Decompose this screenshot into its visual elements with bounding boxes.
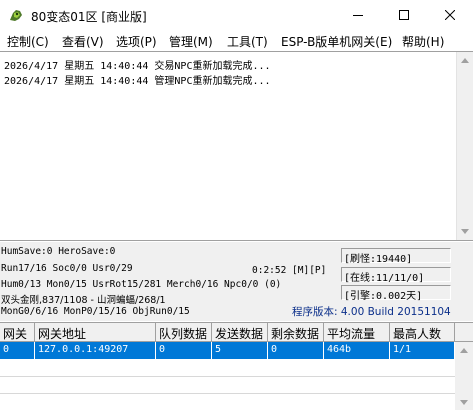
col-queue-data[interactable]: 队列数据 (156, 323, 212, 342)
cell-avg-traffic: 464b (324, 342, 390, 359)
scroll-down-icon[interactable] (456, 394, 472, 410)
menu-manage[interactable]: 管理(M) (169, 33, 213, 50)
scroll-up-icon[interactable] (456, 342, 472, 359)
status-run: Run17/16 Soc0/0 Usr0/29 (1, 263, 133, 274)
menu-help[interactable]: 帮助(H) (402, 33, 444, 50)
cell-remaining: 0 (268, 342, 324, 359)
col-sent-data[interactable]: 发送数据 (212, 323, 268, 342)
minimize-button[interactable] (335, 0, 381, 31)
maximize-button[interactable] (381, 0, 427, 31)
status-map: 双头金刚,837/1108 - 山洞蝙蝠/268/1 (1, 295, 166, 306)
cell-max-users: 1/1 (390, 342, 455, 359)
cell-queue: 0 (156, 342, 212, 359)
table-row[interactable]: 0 127.0.0.1:49207 0 5 0 464b 1/1 (0, 342, 455, 359)
status-hum: Hum0/13 Mon0/15 UsrRot15/281 Merch0/16 N… (1, 279, 282, 290)
log-scrollbar[interactable] (456, 52, 473, 240)
window-title: 80变态01区 [商业版] (31, 10, 147, 24)
col-avg-traffic[interactable]: 平均流量 (324, 323, 390, 342)
close-button[interactable] (427, 0, 473, 31)
log-line: 2026/4/17 星期五 14:40:44 管理NPC重新加载完成... (4, 76, 271, 87)
cell-address: 127.0.0.1:49207 (35, 342, 156, 359)
menu-options[interactable]: 选项(P) (116, 33, 157, 50)
log-line: 2026/4/17 星期五 14:40:44 交易NPC重新加载完成... (4, 61, 271, 72)
log-panel[interactable]: 2026/4/17 星期五 14:40:44 交易NPC重新加载完成... 20… (0, 51, 473, 241)
table-scrollbar[interactable] (455, 342, 473, 410)
grid-line (0, 393, 455, 394)
refresh-monster-box: [刷怪:19440] (341, 248, 451, 265)
status-panel: HumSave:0 HeroSave:0 Run17/16 Soc0/0 Usr… (0, 242, 473, 321)
menu-esp-gateway[interactable]: ESP-B版单机网关(E) (281, 33, 392, 50)
status-mon: MonG0/6/16 MonP0/15/16 ObjRun0/15 (1, 306, 190, 317)
status-time: 0:2:52 [M][P] (252, 265, 327, 276)
menu-tools[interactable]: 工具(T) (227, 33, 268, 50)
status-hum-save: HumSave:0 HeroSave:0 (1, 246, 116, 257)
online-box: [在线:11/11/0] (341, 267, 451, 284)
header-filler (455, 323, 473, 342)
grid-line (0, 376, 455, 377)
menu-bar: 控制(C) 查看(V) 选项(P) 管理(M) 工具(T) ESP-B版单机网关… (0, 31, 473, 51)
engine-box: [引擎:0.002天] (341, 285, 451, 302)
table-header: 网关 网关地址 队列数据 发送数据 剩余数据 平均流量 最高人数 (0, 323, 473, 342)
gateway-table[interactable]: 网关 网关地址 队列数据 发送数据 剩余数据 平均流量 最高人数 0 127.0… (0, 322, 473, 410)
col-gateway[interactable]: 网关 (0, 323, 35, 342)
col-remaining-data[interactable]: 剩余数据 (268, 323, 324, 342)
menu-control[interactable]: 控制(C) (7, 33, 49, 50)
menu-view[interactable]: 查看(V) (62, 33, 104, 50)
program-version: 程序版本: 4.00 Build 20151104 (292, 306, 451, 318)
app-monster-icon (8, 7, 24, 23)
title-bar[interactable]: 80变态01区 [商业版] (0, 0, 473, 31)
scroll-up-icon[interactable] (457, 52, 473, 69)
scroll-down-icon[interactable] (457, 223, 473, 240)
cell-sent: 5 (212, 342, 268, 359)
col-gateway-address[interactable]: 网关地址 (35, 323, 156, 342)
cell-gateway: 0 (0, 342, 35, 359)
col-max-users[interactable]: 最高人数 (390, 323, 455, 342)
